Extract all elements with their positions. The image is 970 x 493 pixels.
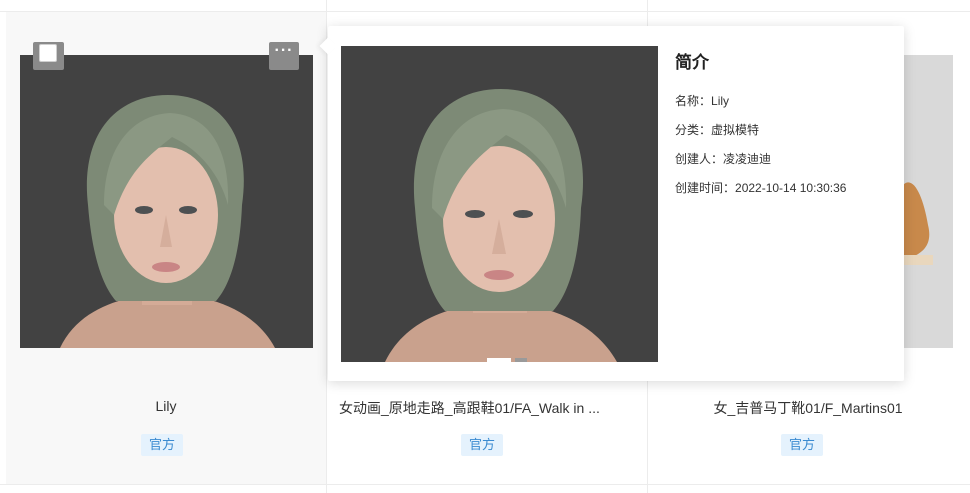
info-label: 名称： — [675, 94, 712, 108]
carousel-dot[interactable] — [515, 358, 527, 362]
grid-divider-bottom — [0, 484, 970, 485]
info-label: 创建人： — [675, 152, 724, 166]
info-row-category: 分类：虚拟模特 — [675, 122, 895, 139]
boot-image — [903, 55, 953, 348]
official-tag: 官方 — [141, 434, 184, 456]
asset-detail-popover: 简介 名称：Lily 分类：虚拟模特 创建人：凌凌迪迪 创建时间：2022-10… — [319, 26, 904, 381]
card-title: 女动画_原地走路_高跟鞋01/FA_Walk in ... — [339, 400, 600, 416]
lily-portrait-image — [20, 55, 313, 348]
info-value: Lily — [711, 94, 730, 108]
select-checkbox[interactable] — [33, 42, 64, 70]
popover-preview-image[interactable] — [341, 46, 658, 362]
info-row-created-time: 创建时间：2022-10-14 10:30:36 — [675, 180, 895, 197]
popover-heading: 简介 — [675, 53, 709, 72]
card-title: 女_吉普马丁靴01/F_Martins01 — [713, 400, 903, 416]
info-label: 分类： — [675, 123, 712, 137]
ellipsis-icon[interactable]: ··· — [269, 42, 299, 70]
carousel-dot-active[interactable] — [487, 358, 511, 362]
info-value: 2022-10-14 10:30:36 — [735, 181, 847, 195]
info-value: 凌凌迪迪 — [723, 152, 772, 166]
popover-info: 简介 名称：Lily 分类：虚拟模特 创建人：凌凌迪迪 创建时间：2022-10… — [675, 48, 895, 209]
card-title: Lily — [155, 398, 177, 414]
official-tag: 官方 — [781, 434, 824, 456]
lily-portrait-large — [341, 46, 658, 362]
info-row-name: 名称：Lily — [675, 93, 895, 110]
official-tag: 官方 — [461, 434, 504, 456]
checkbox-icon[interactable] — [39, 44, 57, 62]
card-thumbnail-boots[interactable] — [903, 55, 953, 348]
info-label: 创建时间： — [675, 181, 736, 195]
info-value: 虚拟模特 — [711, 123, 760, 137]
card-thumbnail-lily[interactable] — [20, 55, 313, 348]
info-row-creator: 创建人：凌凌迪迪 — [675, 151, 895, 168]
carousel-indicator[interactable] — [487, 358, 527, 362]
